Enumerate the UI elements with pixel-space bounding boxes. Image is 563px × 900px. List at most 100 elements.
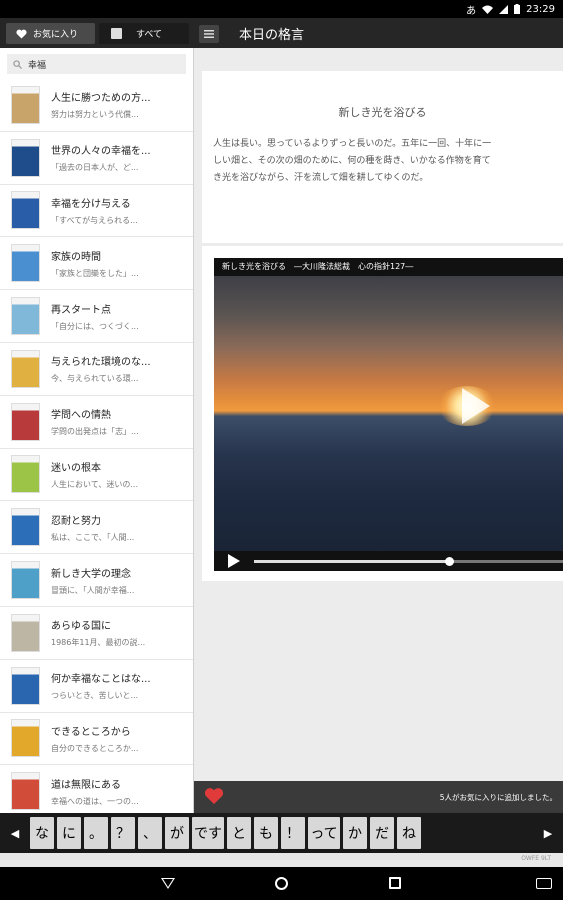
- suggestion-key[interactable]: 、: [138, 817, 162, 849]
- video-thumbnail[interactable]: [214, 276, 563, 551]
- list-item[interactable]: 何か幸福なことはな... つらいとき、苦しいと...: [0, 660, 193, 713]
- favorite-count-text: 5人がお気に入りに追加しました。: [439, 793, 557, 802]
- suggestion-key[interactable]: って: [308, 817, 340, 849]
- tab-all-label: すべて: [136, 30, 163, 40]
- quote-body: 人生は長い。思っているよりずっと長いのだ。五年に一回、十年に一 しい畑と、その次…: [213, 139, 492, 183]
- arrow-left-icon[interactable]: ◀: [0, 827, 30, 840]
- menu-icon: [204, 30, 214, 38]
- book-cover-image: [11, 719, 40, 758]
- play-overlay-icon[interactable]: [462, 388, 490, 424]
- video-controls: [214, 551, 563, 571]
- list-item-text: 何か幸福なことはな... つらいとき、苦しいと...: [51, 670, 163, 701]
- list-item-title: 何か幸福なことはな...: [51, 674, 151, 686]
- list-item[interactable]: 与えられた環境のな... 今、与えられている環...: [0, 343, 193, 396]
- video-progress-bar[interactable]: [254, 557, 563, 566]
- suggestion-key[interactable]: な: [30, 817, 54, 849]
- suggestion-key[interactable]: に: [57, 817, 81, 849]
- list-item-title: 迷いの根本: [51, 462, 101, 474]
- page-title: 本日の格言: [239, 28, 305, 43]
- list-item[interactable]: 世界の人々の幸福を... 「過去の日本人が、ど...: [0, 132, 193, 185]
- heart-icon: [16, 29, 27, 39]
- sidebar: 幸福 人生に勝つための方... 努力は努力という代償... 世界の人々の幸福を...…: [0, 48, 194, 813]
- list-item[interactable]: 学問への情熱 学問の出発点は「志」...: [0, 396, 193, 449]
- list-item[interactable]: 忍耐と努力 私は、ここで、「人間...: [0, 501, 193, 555]
- list-item-text: 新しき大学の理念 冒頭に、「人間が幸福...: [51, 565, 163, 596]
- list-item-title: 与えられた環境のな...: [51, 357, 151, 369]
- video-progress-fill: [254, 560, 449, 563]
- quote-list: 人生に勝つための方... 努力は努力という代償... 世界の人々の幸福を... 「過去…: [0, 79, 193, 813]
- heart-icon[interactable]: [204, 787, 224, 805]
- book-cover-image: [11, 561, 40, 600]
- book-cover-image: [11, 772, 40, 811]
- list-item-subtitle: 「すべてが与えられる...: [51, 215, 138, 225]
- play-button-icon[interactable]: [228, 554, 240, 568]
- battery-icon: [514, 4, 521, 14]
- suggestion-key[interactable]: です: [192, 817, 224, 849]
- list-item[interactable]: 道は無限にある 幸福への道は、一つの...: [0, 765, 193, 813]
- grid-icon: [111, 28, 122, 39]
- list-item-title: 世界の人々の幸福を...: [51, 146, 151, 158]
- keyboard-footer: OWFE 9LT: [0, 853, 563, 867]
- back-icon[interactable]: [161, 878, 175, 889]
- list-item[interactable]: あらゆる国に 1986年11月、最初の説...: [0, 607, 193, 660]
- recent-apps-icon[interactable]: [389, 877, 401, 889]
- list-item-subtitle: 冒頭に、「人間が幸福...: [51, 585, 135, 595]
- suggestion-key[interactable]: が: [165, 817, 189, 849]
- video-player[interactable]: 新しき光を浴びる ―大川隆法総裁 心の指針127―: [214, 258, 563, 571]
- menu-button[interactable]: [199, 25, 219, 43]
- clock: 23:29: [526, 3, 555, 15]
- suggestion-key[interactable]: 。: [84, 817, 108, 849]
- list-item-text: 忍耐と努力 私は、ここで、「人間...: [51, 512, 163, 543]
- book-cover-image: [11, 85, 40, 124]
- search-input[interactable]: 幸福: [7, 54, 186, 74]
- keyboard-suggestion-bar: ◀ なに。？、がですとも！ってかだね ▶: [0, 813, 563, 853]
- suggestion-key[interactable]: ！: [281, 817, 305, 849]
- book-cover-image: [11, 455, 40, 494]
- list-item-subtitle: 幸福への道は、一つの...: [51, 796, 139, 806]
- video-progress-knob[interactable]: [444, 557, 454, 566]
- navigation-bar: [0, 867, 563, 900]
- list-item-title: 忍耐と努力: [51, 515, 101, 527]
- suggestion-key[interactable]: ？: [111, 817, 135, 849]
- suggestion-key[interactable]: か: [343, 817, 367, 849]
- list-item[interactable]: 迷いの根本人生において、迷いの...: [0, 449, 193, 502]
- book-cover-image: [11, 508, 40, 547]
- list-item-subtitle: 「家族と団欒をした」...: [51, 268, 139, 278]
- list-item[interactable]: 幸福を分け与える 「すべてが与えられる...: [0, 185, 193, 238]
- book-cover-image: [11, 297, 40, 336]
- list-item-text: 与えられた環境のな... 今、与えられている環...: [51, 353, 163, 384]
- book-cover-image: [11, 191, 40, 230]
- list-item[interactable]: 人生に勝つための方... 努力は努力という代償...: [0, 79, 193, 132]
- suggestion-key[interactable]: だ: [370, 817, 394, 849]
- list-item-title: 幸福を分け与える: [51, 198, 131, 210]
- list-item-title: あらゆる国に: [51, 621, 111, 633]
- list-item[interactable]: できるところから 自分のできるところか...: [0, 713, 193, 766]
- home-icon[interactable]: [275, 877, 288, 890]
- list-item-text: 人生に勝つための方... 努力は努力という代償...: [51, 89, 163, 120]
- list-item-title: 人生に勝つための方...: [51, 93, 151, 105]
- list-item-text: 道は無限にある 幸福への道は、一つの...: [51, 776, 163, 807]
- list-item-subtitle: 「自分には、つくづく...: [51, 321, 139, 331]
- list-item[interactable]: 家族の時間 「家族と団欒をした」...: [0, 237, 193, 291]
- video-title: 新しき光を浴びる ―大川隆法総裁 心の指針127―: [222, 262, 414, 271]
- list-item-title: 新しき大学の理念: [51, 568, 131, 580]
- tab-favorites[interactable]: お気に入り: [6, 23, 95, 44]
- arrow-right-icon[interactable]: ▶: [533, 827, 563, 840]
- suggestion-key[interactable]: と: [227, 817, 251, 849]
- status-bar: あ 23:29: [0, 0, 563, 18]
- list-item-subtitle: 人生において、迷いの...: [51, 479, 138, 489]
- list-item[interactable]: 再スタート点 「自分には、つくづく...: [0, 290, 193, 343]
- keyboard-icon[interactable]: [536, 878, 552, 889]
- suggestion-key[interactable]: ね: [397, 817, 421, 849]
- list-item-subtitle: 今、与えられている環...: [51, 374, 139, 384]
- list-item-title: 学問への情熱: [51, 410, 111, 422]
- book-cover-image: [11, 244, 40, 283]
- search-icon: [13, 59, 22, 69]
- book-cover-image: [11, 138, 40, 177]
- list-item-text: 再スタート点 「自分には、つくづく...: [51, 301, 163, 332]
- list-item-text: あらゆる国に 1986年11月、最初の説...: [51, 617, 163, 648]
- list-item[interactable]: 新しき大学の理念 冒頭に、「人間が幸福...: [0, 554, 193, 607]
- tab-all[interactable]: すべて: [99, 23, 189, 44]
- suggestion-key[interactable]: も: [254, 817, 278, 849]
- book-cover-image: [11, 402, 40, 441]
